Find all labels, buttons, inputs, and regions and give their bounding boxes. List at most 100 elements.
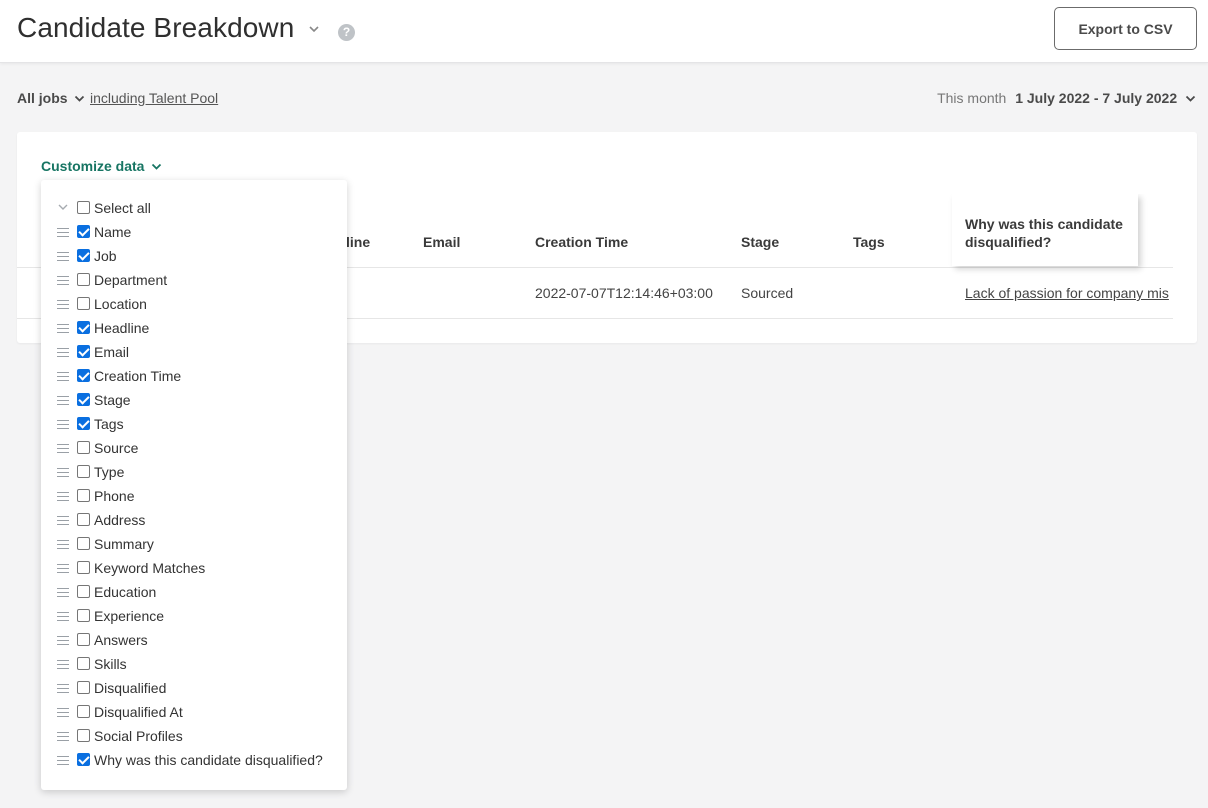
- drag-handle-icon[interactable]: [57, 612, 69, 621]
- column-option[interactable]: Phone: [41, 487, 341, 507]
- chevron-down-icon[interactable]: [58, 204, 68, 211]
- column-option[interactable]: Disqualified: [41, 679, 341, 699]
- column-header-creation-time[interactable]: Creation Time: [535, 234, 628, 250]
- column-option-checkbox[interactable]: [77, 369, 90, 382]
- drag-handle-icon[interactable]: [57, 348, 69, 357]
- column-option[interactable]: Location: [41, 295, 341, 315]
- column-header-disqualified-reason[interactable]: Why was this candidate disqualified?: [952, 194, 1138, 266]
- drag-handle-icon[interactable]: [57, 564, 69, 573]
- column-option[interactable]: Job: [41, 247, 341, 267]
- jobs-filter-dropdown[interactable]: All jobs: [17, 90, 85, 106]
- column-option[interactable]: Disqualified At: [41, 703, 341, 723]
- column-option-checkbox[interactable]: [77, 537, 90, 550]
- customize-data-label: Customize data: [41, 158, 145, 174]
- column-option-checkbox[interactable]: [77, 441, 90, 454]
- column-option-label: Creation Time: [94, 368, 182, 384]
- column-option-checkbox[interactable]: [77, 561, 90, 574]
- column-option[interactable]: Keyword Matches: [41, 559, 341, 579]
- drag-handle-icon[interactable]: [57, 276, 69, 285]
- column-header-headline[interactable]: line: [346, 234, 370, 250]
- drag-handle-icon[interactable]: [57, 540, 69, 549]
- column-option-checkbox[interactable]: [77, 225, 90, 238]
- column-option[interactable]: Summary: [41, 535, 341, 555]
- column-option[interactable]: Stage: [41, 391, 341, 411]
- column-header-stage[interactable]: Stage: [741, 234, 779, 250]
- drag-handle-icon[interactable]: [57, 708, 69, 717]
- column-header-tags[interactable]: Tags: [853, 234, 885, 250]
- column-option[interactable]: Type: [41, 463, 341, 483]
- column-option-checkbox[interactable]: [77, 297, 90, 310]
- chevron-down-icon[interactable]: [308, 25, 320, 33]
- column-option[interactable]: Source: [41, 439, 341, 459]
- column-option[interactable]: Education: [41, 583, 341, 603]
- column-option-checkbox[interactable]: [77, 273, 90, 286]
- customize-data-dropdown: Select all Name Job Department Location Head…: [41, 180, 347, 790]
- column-option-checkbox[interactable]: [77, 249, 90, 262]
- export-csv-button[interactable]: Export to CSV: [1054, 7, 1197, 50]
- column-option-checkbox[interactable]: [77, 345, 90, 358]
- column-option[interactable]: Department: [41, 271, 341, 291]
- column-option[interactable]: Why was this candidate disqualified?: [41, 751, 341, 771]
- column-option-checkbox[interactable]: [77, 729, 90, 742]
- drag-handle-icon[interactable]: [57, 300, 69, 309]
- column-option[interactable]: Social Profiles: [41, 727, 341, 747]
- column-header-email[interactable]: Email: [423, 234, 460, 250]
- drag-handle-icon[interactable]: [57, 372, 69, 381]
- chevron-down-icon: [152, 164, 162, 171]
- column-option-checkbox[interactable]: [77, 705, 90, 718]
- column-option-label: Type: [94, 464, 125, 480]
- column-option-checkbox[interactable]: [77, 585, 90, 598]
- column-option[interactable]: Headline: [41, 319, 341, 339]
- drag-handle-icon[interactable]: [57, 732, 69, 741]
- drag-handle-icon[interactable]: [57, 492, 69, 501]
- column-option-label: Tags: [94, 416, 124, 432]
- drag-handle-icon[interactable]: [57, 444, 69, 453]
- column-option-checkbox[interactable]: [77, 417, 90, 430]
- date-range-picker[interactable]: This month 1 July 2022 - 7 July 2022: [937, 90, 1196, 106]
- drag-handle-icon[interactable]: [57, 228, 69, 237]
- column-option-label: Social Profiles: [94, 728, 183, 744]
- select-all-checkbox[interactable]: [77, 201, 90, 214]
- drag-handle-icon[interactable]: [57, 588, 69, 597]
- column-option[interactable]: Answers: [41, 631, 341, 651]
- column-option-checkbox[interactable]: [77, 633, 90, 646]
- drag-handle-icon[interactable]: [57, 468, 69, 477]
- drag-handle-icon[interactable]: [57, 324, 69, 333]
- drag-handle-icon[interactable]: [57, 420, 69, 429]
- column-option-label: Keyword Matches: [94, 560, 206, 576]
- cell-disqualified-reason[interactable]: Lack of passion for company mis: [965, 285, 1169, 301]
- cell-creation-time: 2022-07-07T12:14:46+03:00: [535, 285, 713, 301]
- column-option-checkbox[interactable]: [77, 321, 90, 334]
- column-option-checkbox[interactable]: [77, 393, 90, 406]
- customize-data-toggle[interactable]: Customize data: [41, 158, 162, 174]
- cell-stage: Sourced: [741, 285, 794, 301]
- column-option-label: Headline: [94, 320, 150, 336]
- drag-handle-icon[interactable]: [57, 396, 69, 405]
- column-option[interactable]: Name: [41, 223, 341, 243]
- column-option-checkbox[interactable]: [77, 513, 90, 526]
- column-option[interactable]: Skills: [41, 655, 341, 675]
- column-option-checkbox[interactable]: [77, 609, 90, 622]
- drag-handle-icon[interactable]: [57, 516, 69, 525]
- drag-handle-icon[interactable]: [57, 252, 69, 261]
- column-option-checkbox[interactable]: [77, 753, 90, 766]
- drag-handle-icon[interactable]: [57, 636, 69, 645]
- column-option-checkbox[interactable]: [77, 657, 90, 670]
- column-option[interactable]: Experience: [41, 607, 341, 627]
- column-option-label: Skills: [94, 656, 127, 672]
- column-option-label: Why was this candidate disqualified?: [94, 752, 323, 768]
- column-option-checkbox[interactable]: [77, 465, 90, 478]
- column-option-checkbox[interactable]: [77, 489, 90, 502]
- column-option-label: Summary: [94, 536, 154, 552]
- column-option-checkbox[interactable]: [77, 681, 90, 694]
- drag-handle-icon[interactable]: [57, 660, 69, 669]
- column-option[interactable]: Tags: [41, 415, 341, 435]
- drag-handle-icon[interactable]: [57, 684, 69, 693]
- column-option[interactable]: Email: [41, 343, 341, 363]
- column-option[interactable]: Address: [41, 511, 341, 531]
- select-all-row[interactable]: Select all: [41, 199, 341, 219]
- question-circle-icon[interactable]: ?: [338, 24, 355, 41]
- talent-pool-link[interactable]: including Talent Pool: [90, 90, 218, 106]
- drag-handle-icon[interactable]: [57, 756, 69, 765]
- column-option[interactable]: Creation Time: [41, 367, 341, 387]
